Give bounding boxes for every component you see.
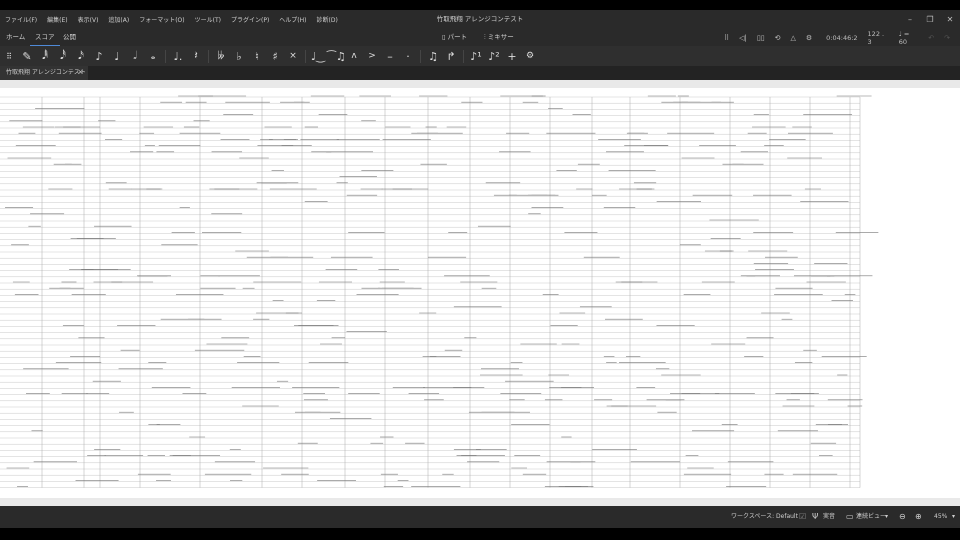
redo-icon[interactable]: ↷: [944, 34, 950, 42]
mixer-icon: ⫶: [484, 33, 486, 41]
menu-diagnostic[interactable]: 診断(D): [312, 15, 343, 24]
playback-time: 0:04:46:2: [826, 33, 858, 42]
32nd-note-icon[interactable]: 𝅘𝅥𝅰: [54, 49, 72, 63]
document-tab-label: 竹取飛翔 アレンジコンテスト: [6, 69, 86, 76]
view-mode-icon: ▭: [846, 512, 854, 521]
score-page[interactable]: [0, 88, 960, 498]
marcato-icon[interactable]: ᴧ: [345, 51, 363, 61]
staccato-icon[interactable]: ·: [399, 50, 417, 63]
accent-icon[interactable]: >: [363, 51, 381, 61]
metronome-icon[interactable]: △: [790, 34, 795, 42]
document-tabs: 竹取飛翔 アレンジコンテスト ✕: [0, 66, 960, 80]
tab-home[interactable]: ホーム: [6, 29, 25, 46]
menu-help[interactable]: ヘルプ(H): [274, 15, 311, 24]
64th-note-icon[interactable]: 𝅘𝅥𝅱: [36, 49, 54, 63]
tuplet-icon[interactable]: ♫: [424, 50, 442, 63]
whole-note-icon[interactable]: 𝅝: [144, 49, 162, 63]
quarter-note-icon[interactable]: ♩: [108, 50, 126, 63]
tie-icon[interactable]: ♩‿: [309, 50, 327, 63]
close-button[interactable]: ✕: [940, 10, 960, 29]
maximize-button[interactable]: ❐: [920, 10, 940, 29]
play-pause-icon[interactable]: ▯▯: [757, 34, 765, 42]
half-note-icon[interactable]: 𝅗𝅥: [126, 49, 144, 63]
menu-bar: ファイル(F) 編集(E) 表示(V) 追加(A) フォーマット(O) ツール(…: [0, 10, 960, 29]
slur-icon[interactable]: ⁀♫: [327, 50, 346, 63]
double-sharp-icon[interactable]: ×: [284, 51, 302, 61]
menu-file[interactable]: ファイル(F): [0, 15, 42, 24]
double-flat-icon[interactable]: 𝄫: [212, 49, 230, 63]
tab-score[interactable]: スコア: [30, 29, 60, 46]
drag-handle-icon[interactable]: ⠿: [0, 52, 18, 61]
menu-edit[interactable]: 編集(E): [42, 15, 72, 24]
voice-1-icon[interactable]: ♪¹: [467, 50, 485, 63]
playback-measure: 122 . 3: [867, 29, 885, 46]
add-icon[interactable]: +: [503, 50, 521, 63]
parts-icon: ▯: [442, 33, 446, 41]
menu-add[interactable]: 追加(A): [103, 15, 134, 24]
mixer-button[interactable]: ⫶ ミキサー: [484, 29, 514, 46]
chevron-down-icon[interactable]: ▾: [885, 506, 888, 528]
drag-handle-icon[interactable]: ⠿: [724, 34, 729, 42]
concert-pitch-checkbox[interactable]: ☑: [799, 506, 806, 528]
note-input-pencil-icon[interactable]: ✎: [18, 50, 36, 63]
voice-2-icon[interactable]: ♪²: [485, 50, 503, 63]
minimize-button[interactable]: –: [900, 10, 920, 29]
sharp-icon[interactable]: ♯: [266, 50, 284, 63]
16th-note-icon[interactable]: 𝅘𝅥𝅯: [72, 49, 90, 63]
tenuto-icon[interactable]: –: [381, 50, 399, 63]
tab-publish[interactable]: 公開: [63, 29, 76, 46]
zoom-chevron-icon[interactable]: ▾: [952, 506, 955, 528]
rewind-icon[interactable]: ◁|: [739, 34, 747, 42]
zoom-in-icon[interactable]: ⊕: [915, 506, 922, 528]
playback-tempo: ♩ = 60: [898, 29, 910, 46]
customize-toolbar-gear-icon[interactable]: ⚙: [521, 51, 539, 61]
natural-icon[interactable]: ♮: [248, 50, 266, 63]
document-tab[interactable]: 竹取飛翔 アレンジコンテスト ✕: [0, 66, 88, 80]
playback-settings-gear-icon[interactable]: ⚙: [806, 34, 812, 42]
top-tab-row: ホーム スコア 公開 ▯ パート ⫶ ミキサー ⠿ ◁| ▯▯ ⟲ △ ⚙ 0:…: [0, 29, 960, 46]
mixer-label: ミキサー: [487, 33, 514, 41]
rest-icon[interactable]: 𝄽: [187, 49, 205, 63]
view-mode-dropdown[interactable]: 連続ビュー: [856, 506, 886, 528]
score-view[interactable]: [0, 80, 960, 506]
flip-direction-icon[interactable]: ↱: [442, 50, 460, 63]
top-border: [0, 0, 960, 10]
tuning-fork-icon: Ψ: [812, 512, 819, 521]
concert-pitch-label: 実音: [823, 513, 836, 520]
undo-icon[interactable]: ↶: [928, 34, 934, 42]
menu-plugins[interactable]: プラグイン(P): [226, 15, 274, 24]
menu-format[interactable]: フォーマット(O): [134, 15, 189, 24]
flat-icon[interactable]: ♭: [230, 50, 248, 63]
loop-icon[interactable]: ⟲: [775, 34, 781, 42]
parts-label: パート: [447, 33, 468, 41]
close-tab-icon[interactable]: ✕: [78, 66, 83, 80]
workspace-selector[interactable]: ワークスペース: Default: [731, 506, 798, 528]
menu-view[interactable]: 表示(V): [73, 15, 104, 24]
eighth-note-icon[interactable]: ♪: [90, 50, 108, 63]
zoom-level[interactable]: 45%: [934, 506, 947, 528]
zoom-out-icon[interactable]: ⊖: [899, 506, 906, 528]
dotted-note-icon[interactable]: ♩.: [169, 50, 187, 63]
score-staves: [0, 95, 879, 488]
note-input-toolbar: ⠿ ✎ 𝅘𝅥𝅱 𝅘𝅥𝅰 𝅘𝅥𝅯 ♪ ♩ 𝅗𝅥 𝅝 ♩. 𝄽 𝄫 ♭ ♮ ♯ × …: [0, 46, 960, 66]
parts-button[interactable]: ▯ パート: [442, 29, 467, 46]
status-bar: ワークスペース: Default ☑ Ψ 実音 ▭ 連続ビュー ▾ ⊖ ⊕ 45…: [0, 506, 960, 528]
menu-tools[interactable]: ツール(T): [190, 15, 226, 24]
bottom-border: [0, 528, 960, 540]
